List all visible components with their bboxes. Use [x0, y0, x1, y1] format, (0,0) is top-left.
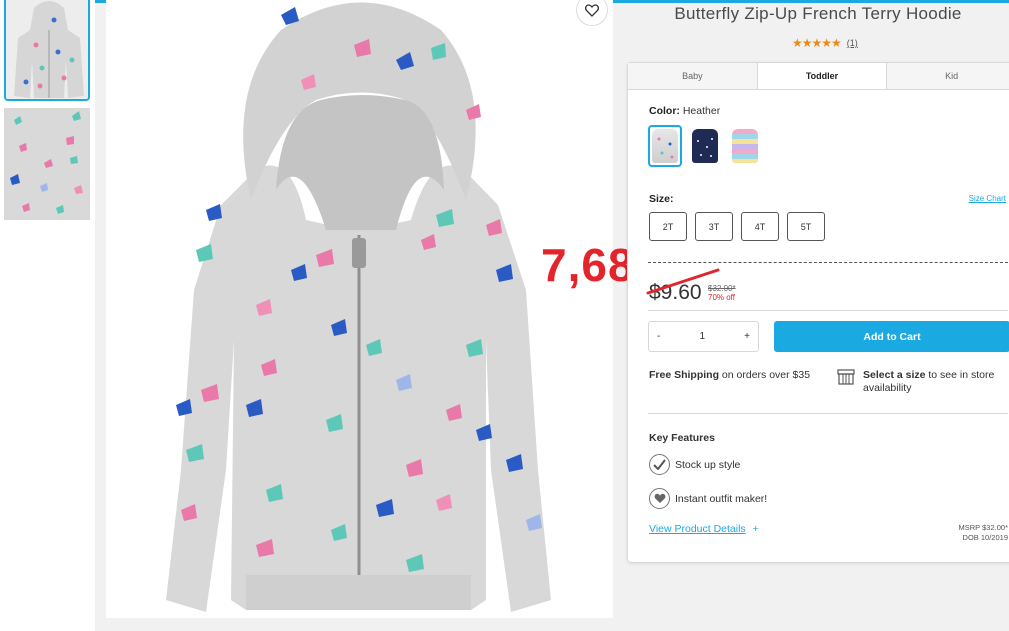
- store-availability: Select a size to see in store availabili…: [863, 369, 1009, 395]
- fabric-detail-image: [4, 108, 90, 220]
- color-swatches: [648, 125, 762, 167]
- feature-item: Instant outfit maker!: [649, 488, 767, 509]
- store-icon: [837, 369, 855, 385]
- dob-value: DOB 10/2019: [962, 533, 1008, 542]
- size-option-2t[interactable]: 2T: [649, 212, 687, 241]
- free-shipping-label: Free Shipping: [649, 369, 720, 381]
- free-shipping-text: on orders over $35: [719, 369, 811, 381]
- star-rating: ★★★★★: [792, 36, 842, 50]
- review-count-link[interactable]: (1): [847, 38, 858, 48]
- tab-baby[interactable]: Baby: [628, 63, 757, 89]
- view-product-details-link[interactable]: View Product Details +: [649, 523, 759, 535]
- increase-quantity-button[interactable]: +: [744, 331, 750, 342]
- dashed-divider: [648, 262, 1008, 263]
- size-option-4t[interactable]: 4T: [741, 212, 779, 241]
- thumbnail-column: [0, 0, 95, 631]
- msrp-info: MSRP $32.00* DOB 10/2019: [959, 523, 1008, 543]
- decrease-quantity-button[interactable]: -: [657, 331, 660, 342]
- product-page: 7,68 Butterfly Zip-Up French Terry Hoodi…: [0, 0, 1009, 631]
- color-label: Color:: [649, 105, 680, 117]
- thumbnail-fabric-detail[interactable]: [4, 108, 90, 220]
- heather-swatch-image: [657, 137, 674, 159]
- add-to-cart-button[interactable]: Add to Cart: [774, 321, 1009, 352]
- size-group-tabs: Baby Toddler Kid: [628, 63, 1009, 90]
- feature-item: Stock up style: [649, 454, 740, 475]
- tab-toddler[interactable]: Toddler: [756, 63, 887, 89]
- hoodie-illustration: [106, 0, 613, 618]
- swatch-heather[interactable]: [648, 125, 682, 167]
- size-option-5t[interactable]: 5T: [787, 212, 825, 241]
- handwritten-price-annotation: 7,68: [541, 239, 635, 291]
- sale-price: $9.60: [649, 281, 702, 304]
- view-product-details-label: View Product Details: [649, 523, 746, 535]
- original-price: $32.00*: [708, 284, 736, 293]
- price-divider: [648, 310, 1008, 311]
- main-product-image[interactable]: [106, 0, 613, 618]
- swatch-navy[interactable]: [688, 125, 722, 167]
- quantity-value[interactable]: 1: [699, 331, 705, 342]
- product-title: Butterfly Zip-Up French Terry Hoodie: [674, 4, 962, 23]
- hoodie-thumbnail-image: [6, 0, 88, 99]
- expand-plus-icon: +: [752, 523, 759, 535]
- shipping-info: Free Shipping on orders over $35: [649, 369, 819, 382]
- quantity-stepper: - 1 +: [648, 321, 759, 352]
- size-option-3t[interactable]: 3T: [695, 212, 733, 241]
- thumbnail-front[interactable]: [4, 0, 90, 101]
- checkmark-icon: [649, 454, 670, 475]
- size-options: 2T 3T 4T 5T: [649, 212, 825, 241]
- color-selection: Color: Heather: [649, 105, 720, 117]
- heart-badge-icon: [649, 488, 670, 509]
- feature-label: Instant outfit maker!: [675, 492, 768, 505]
- select-size-label: Select a size: [863, 369, 926, 381]
- purchase-panel: Baby Toddler Kid Color: Heather Size: Si…: [627, 62, 1009, 563]
- key-features-heading: Key Features: [649, 432, 715, 444]
- heart-icon: [585, 3, 599, 17]
- msrp-value: MSRP $32.00*: [958, 523, 1008, 532]
- features-divider: [648, 413, 1008, 414]
- feature-label: Stock up style: [675, 458, 741, 471]
- color-value: Heather: [682, 105, 721, 117]
- size-chart-link[interactable]: Size Chart: [969, 194, 1006, 203]
- swatch-pastel-stripe[interactable]: [728, 125, 762, 167]
- navy-swatch-image: [697, 138, 713, 157]
- tab-kid[interactable]: Kid: [886, 63, 1009, 89]
- discount-percent: 70% off: [708, 293, 735, 302]
- rating: ★★★★★ (1): [792, 36, 858, 50]
- size-label: Size:: [649, 193, 674, 205]
